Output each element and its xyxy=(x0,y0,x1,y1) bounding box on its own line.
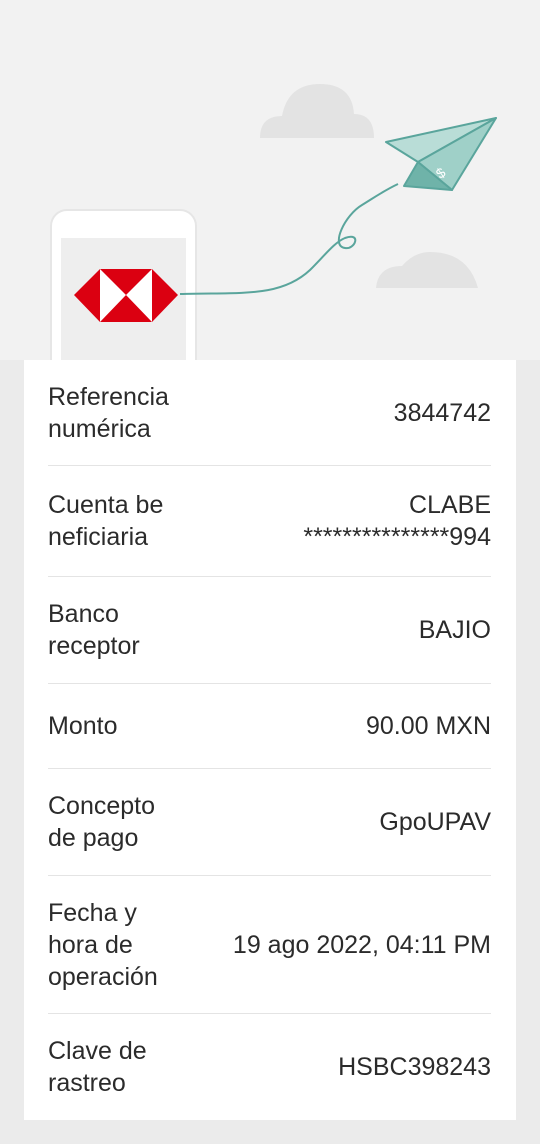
detail-row-reference: Referencia numérica 3844742 xyxy=(48,360,491,466)
illustration-svg: $ xyxy=(50,84,497,360)
operation-datetime-value: 19 ago 2022, 04:11 PM xyxy=(232,930,491,959)
amount-value: 90.00 MXN xyxy=(365,712,491,740)
tracking-key-label: Clave de rastreo xyxy=(48,1037,147,1097)
payment-concept-value: GpoUPAV xyxy=(379,808,491,836)
paper-plane-money-icon: $ xyxy=(385,117,497,191)
tracking-key-value: HSBC398243 xyxy=(338,1053,491,1081)
beneficiary-account-value: CLABE ***************994 xyxy=(303,491,491,551)
detail-row-payment-concept: Concepto de pago GpoUPAV xyxy=(48,769,491,876)
detail-row-beneficiary-account: Cuenta be neficiaria CLABE *************… xyxy=(48,466,491,577)
reference-label: Referencia numérica xyxy=(48,382,169,443)
amount-label: Monto xyxy=(48,712,118,740)
cloud-icon xyxy=(260,84,374,138)
detail-row-tracking-key: Clave de rastreo HSBC398243 xyxy=(48,1014,491,1120)
operation-datetime-label: Fecha y hora de operación xyxy=(48,898,158,991)
beneficiary-account-label: Cuenta be neficiaria xyxy=(48,491,164,551)
flight-path xyxy=(179,183,399,295)
cloud-icon xyxy=(376,252,478,288)
receiving-bank-value: BAJIO xyxy=(418,616,491,644)
detail-row-amount: Monto 90.00 MXN xyxy=(48,684,491,769)
reference-value: 3844742 xyxy=(393,398,491,427)
confirmation-illustration: $ xyxy=(0,0,540,360)
detail-row-receiving-bank: Banco receptor BAJIO xyxy=(48,577,491,684)
payment-concept-label: Concepto de pago xyxy=(48,792,156,852)
receiving-bank-label: Banco receptor xyxy=(48,600,140,660)
detail-row-operation-datetime: Fecha y hora de operación 19 ago 2022, 0… xyxy=(48,876,491,1014)
transfer-details-card: Referencia numérica 3844742 Cuenta be ne… xyxy=(24,360,516,1120)
